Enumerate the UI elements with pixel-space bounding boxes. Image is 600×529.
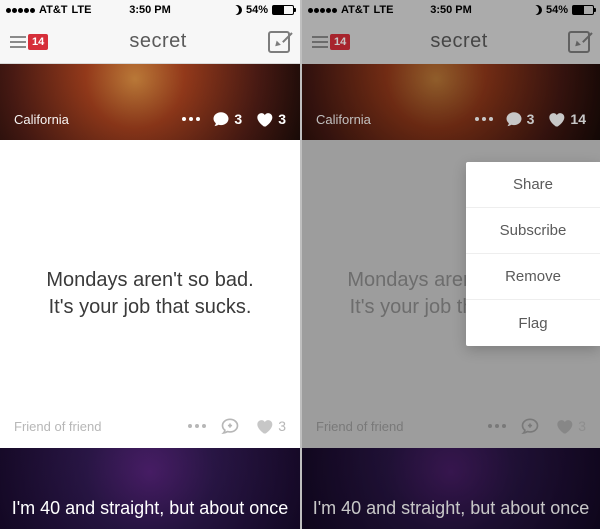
status-bar: AT&T LTE 3:50 PM 54% (0, 0, 300, 20)
post-card-1[interactable]: California 3 3 (0, 64, 300, 140)
options-popover: Share Subscribe Remove Flag (466, 162, 600, 346)
app-title: secret (430, 30, 487, 53)
compose-button[interactable] (568, 31, 590, 53)
battery-icon (572, 5, 594, 15)
comment-outline-icon[interactable] (520, 416, 540, 436)
popover-item-subscribe[interactable]: Subscribe (466, 208, 600, 254)
likes-button[interactable]: 14 (546, 109, 586, 129)
like-count: 3 (278, 418, 286, 434)
network-label: LTE (72, 4, 92, 16)
post-text: I'm 40 and straight, but about once (313, 498, 590, 519)
popover-item-remove[interactable]: Remove (466, 254, 600, 300)
comments-button[interactable]: 3 (505, 110, 535, 128)
phone-left: AT&T LTE 3:50 PM 54% 14 secret Californi… (0, 0, 300, 529)
more-options-button[interactable] (188, 424, 206, 428)
popover-item-share[interactable]: Share (466, 162, 600, 208)
signal-strength-icon (6, 8, 35, 13)
phone-right: AT&T LTE 3:50 PM 54% 14 secret Californi… (300, 0, 600, 529)
likes-button[interactable]: 3 (254, 109, 286, 129)
comment-icon (212, 110, 230, 128)
compose-button[interactable] (268, 31, 290, 53)
post-text: Mondays aren't so bad. It's your job tha… (36, 267, 264, 321)
more-options-button[interactable] (488, 424, 506, 428)
post-card-3[interactable]: I'm 40 and straight, but about once (302, 448, 600, 529)
notification-badge: 14 (28, 34, 48, 50)
post-source: Friend of friend (14, 419, 101, 434)
heart-icon (254, 416, 274, 436)
hamburger-icon (10, 36, 26, 48)
like-count: 14 (570, 111, 586, 127)
comment-count: 3 (527, 111, 535, 127)
menu-button[interactable]: 14 (312, 34, 350, 50)
comments-button[interactable]: 3 (212, 110, 242, 128)
battery-icon (272, 5, 294, 15)
post-location: California (14, 112, 69, 127)
post-text: I'm 40 and straight, but about once (12, 498, 289, 519)
heart-icon (254, 109, 274, 129)
hamburger-icon (312, 36, 328, 48)
more-options-button[interactable] (182, 117, 200, 121)
like-count: 3 (578, 418, 586, 434)
battery-percent: 54% (246, 4, 268, 16)
carrier-label: AT&T (341, 4, 370, 16)
post-card-3[interactable]: I'm 40 and straight, but about once (0, 448, 300, 529)
comment-icon (505, 110, 523, 128)
status-bar: AT&T LTE 3:50 PM 54% (302, 0, 600, 20)
notification-badge: 14 (330, 34, 350, 50)
app-title: secret (129, 30, 186, 53)
post-card-2[interactable]: Mondays aren't so bad. It's your job tha… (0, 140, 300, 448)
signal-strength-icon (308, 8, 337, 13)
post-source: Friend of friend (316, 419, 403, 434)
menu-button[interactable]: 14 (10, 34, 48, 50)
likes-button[interactable]: 3 (554, 416, 586, 436)
heart-icon (546, 109, 566, 129)
do-not-disturb-icon (532, 5, 542, 15)
nav-bar: 14 secret (302, 20, 600, 64)
comment-outline-icon[interactable] (220, 416, 240, 436)
more-options-button[interactable] (475, 117, 493, 121)
network-label: LTE (374, 4, 394, 16)
popover-item-flag[interactable]: Flag (466, 300, 600, 346)
comment-count: 3 (234, 111, 242, 127)
battery-percent: 54% (546, 4, 568, 16)
post-location: California (316, 112, 371, 127)
like-count: 3 (278, 111, 286, 127)
nav-bar: 14 secret (0, 20, 300, 64)
post-card-1[interactable]: California 3 14 (302, 64, 600, 140)
carrier-label: AT&T (39, 4, 68, 16)
likes-button[interactable]: 3 (254, 416, 286, 436)
heart-icon (554, 416, 574, 436)
do-not-disturb-icon (232, 5, 242, 15)
